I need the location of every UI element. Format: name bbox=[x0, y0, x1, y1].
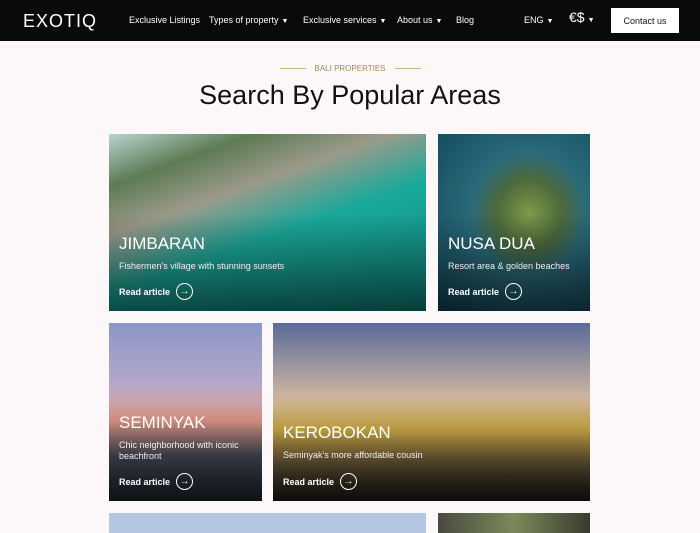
chevron-down-icon: ▼ bbox=[587, 17, 595, 24]
language-label: ENG bbox=[524, 15, 544, 25]
section-eyebrow: BALI PROPERTIES bbox=[0, 64, 700, 73]
read-article-label: Read article bbox=[283, 476, 335, 487]
read-article-link[interactable]: Read article → bbox=[448, 283, 523, 300]
page-title: Search By Popular Areas bbox=[199, 80, 501, 110]
read-article-label: Read article bbox=[119, 476, 171, 487]
area-card-jimbaran[interactable]: Jimbaran Fishermen's village with stunni… bbox=[109, 134, 426, 311]
read-article-label: Read article bbox=[448, 286, 500, 297]
nav-exclusive-listings[interactable]: Exclusive Listings bbox=[129, 15, 200, 25]
nav-label: Types of property bbox=[209, 15, 279, 25]
eyebrow-label: BALI PROPERTIES bbox=[314, 64, 386, 73]
card-description: Resort area & golden beaches bbox=[448, 261, 570, 271]
nav-about-us[interactable]: About us ▼ bbox=[397, 15, 442, 25]
card-title: Seminyak bbox=[119, 413, 206, 432]
nav-label: Blog bbox=[456, 15, 475, 25]
nav-exclusive-services[interactable]: Exclusive services ▼ bbox=[303, 15, 386, 25]
chevron-down-icon: ▼ bbox=[379, 18, 387, 25]
card-description: Seminyak's more affordable cousin bbox=[283, 450, 423, 460]
nav-types-of-property[interactable]: Types of property ▼ bbox=[209, 15, 288, 25]
currency-exchange-icon: €$ bbox=[569, 9, 585, 25]
nav-label: Exclusive services bbox=[303, 15, 377, 25]
card-description: Fishermen's village with stunning sunset… bbox=[119, 261, 285, 271]
logo[interactable]: EXOTIQ bbox=[23, 11, 97, 32]
currency-selector[interactable]: €$ ▼ bbox=[569, 9, 595, 25]
arrow-right-icon: → bbox=[176, 283, 194, 300]
divider bbox=[279, 68, 306, 70]
area-card-kerobokan[interactable]: Kerobokan Seminyak's more affordable cou… bbox=[273, 323, 590, 501]
area-card-seminyak[interactable]: Seminyak Chic neighborhood with iconic b… bbox=[109, 323, 262, 501]
chevron-down-icon: ▼ bbox=[281, 18, 289, 25]
top-nav: EXOTIQ Exclusive Listings Types of prope… bbox=[0, 0, 700, 41]
card-description: Chic neighborhood with iconic beachfront bbox=[119, 440, 239, 461]
contact-us-button[interactable]: Contact us bbox=[611, 8, 679, 33]
divider bbox=[394, 68, 421, 70]
card-title: Nusa Dua bbox=[448, 234, 535, 253]
read-article-link[interactable]: Read article → bbox=[119, 283, 194, 300]
chevron-down-icon: ▼ bbox=[435, 18, 443, 25]
arrow-right-icon: → bbox=[340, 473, 358, 490]
arrow-right-icon: → bbox=[505, 283, 523, 300]
area-card-nusa-dua[interactable]: Nusa Dua Resort area & golden beaches Re… bbox=[438, 134, 590, 311]
read-article-label: Read article bbox=[119, 286, 171, 297]
card-title: Jimbaran bbox=[119, 234, 205, 253]
area-card-partial[interactable] bbox=[438, 513, 590, 533]
nav-label: Exclusive Listings bbox=[129, 15, 201, 25]
area-card-partial[interactable] bbox=[109, 513, 426, 533]
read-article-link[interactable]: Read article → bbox=[283, 473, 358, 490]
read-article-link[interactable]: Read article → bbox=[119, 473, 194, 490]
chevron-down-icon: ▼ bbox=[546, 18, 554, 25]
nav-label: About us bbox=[397, 15, 433, 25]
arrow-right-icon: → bbox=[176, 473, 194, 490]
language-selector[interactable]: ENG ▼ bbox=[524, 15, 553, 25]
card-title: Kerobokan bbox=[283, 423, 391, 442]
nav-blog[interactable]: Blog bbox=[456, 15, 474, 25]
